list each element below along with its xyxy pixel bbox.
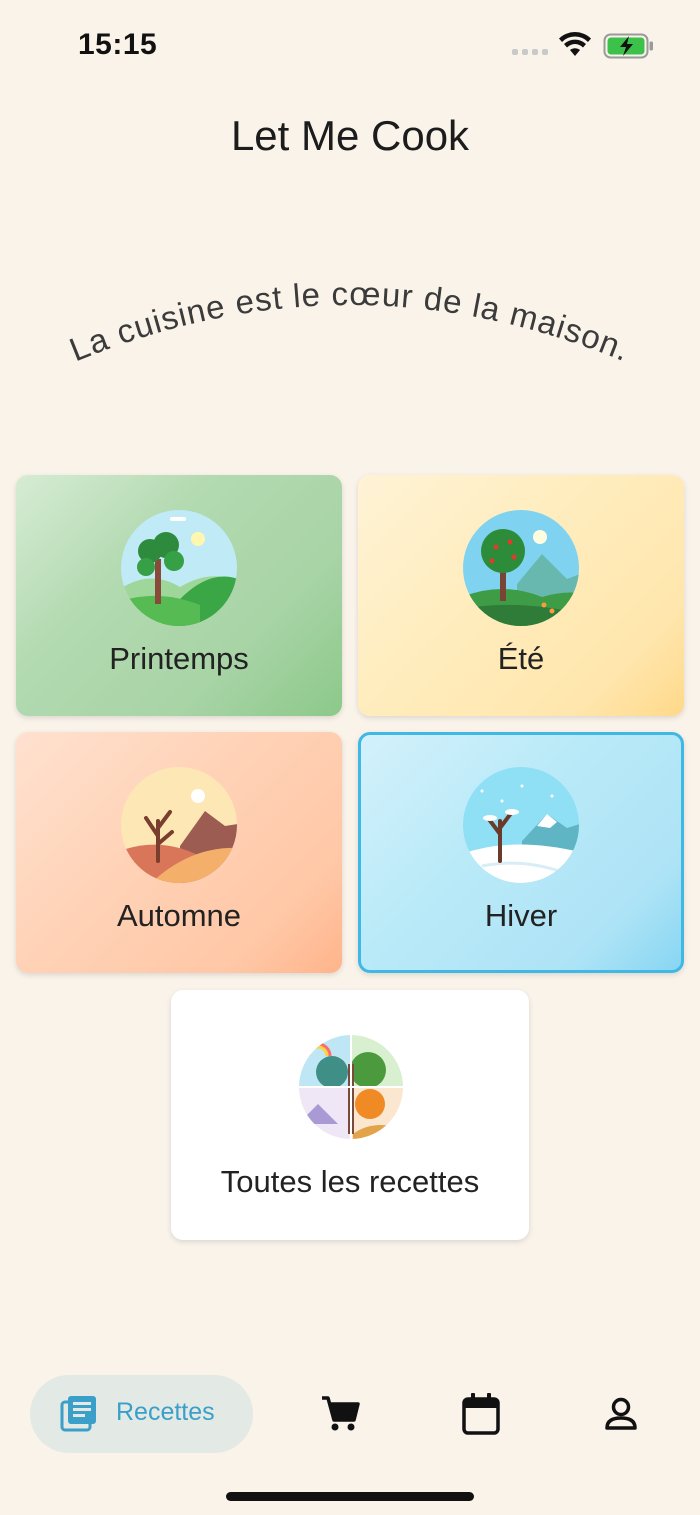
autumn-landscape-icon bbox=[121, 767, 237, 883]
season-label: Été bbox=[497, 641, 545, 676]
status-bar: 15:15 bbox=[0, 0, 700, 90]
cellular-signal-icon bbox=[512, 49, 548, 55]
status-time: 15:15 bbox=[78, 28, 158, 61]
four-seasons-tree-icon bbox=[299, 1035, 403, 1139]
season-label: Printemps bbox=[109, 641, 249, 676]
svg-text:La cuisine est le cœur de la m: La cuisine est le cœur de la maison. bbox=[64, 275, 636, 368]
summer-landscape-icon bbox=[463, 510, 579, 626]
wifi-icon bbox=[559, 32, 591, 56]
season-card-winter[interactable]: Hiver bbox=[358, 732, 684, 973]
season-card-autumn[interactable]: Automne bbox=[16, 732, 342, 973]
tagline-text: La cuisine est le cœur de la maison. bbox=[64, 275, 635, 368]
season-card-summer[interactable]: Été bbox=[358, 475, 684, 716]
recipes-icon bbox=[60, 1396, 96, 1432]
cart-icon[interactable] bbox=[320, 1394, 360, 1432]
calendar-icon[interactable] bbox=[462, 1393, 500, 1435]
season-card-spring[interactable]: Printemps bbox=[16, 475, 342, 716]
home-indicator[interactable] bbox=[226, 1492, 474, 1501]
nav-item-recipes-label: Recettes bbox=[116, 1398, 215, 1426]
battery-charging-icon bbox=[603, 33, 653, 59]
spring-landscape-icon bbox=[121, 510, 237, 626]
user-icon[interactable] bbox=[604, 1397, 638, 1431]
tagline: La cuisine est le cœur de la maison. bbox=[64, 275, 636, 368]
winter-landscape-icon bbox=[463, 767, 579, 883]
season-label: Hiver bbox=[484, 898, 558, 933]
all-recipes-label: Toutes les recettes bbox=[220, 1164, 480, 1199]
page-title: Let Me Cook bbox=[230, 112, 470, 159]
all-recipes-card[interactable]: Toutes les recettes bbox=[171, 990, 529, 1240]
bottom-navigation: Recettes bbox=[0, 1370, 700, 1460]
season-label: Automne bbox=[116, 898, 242, 933]
